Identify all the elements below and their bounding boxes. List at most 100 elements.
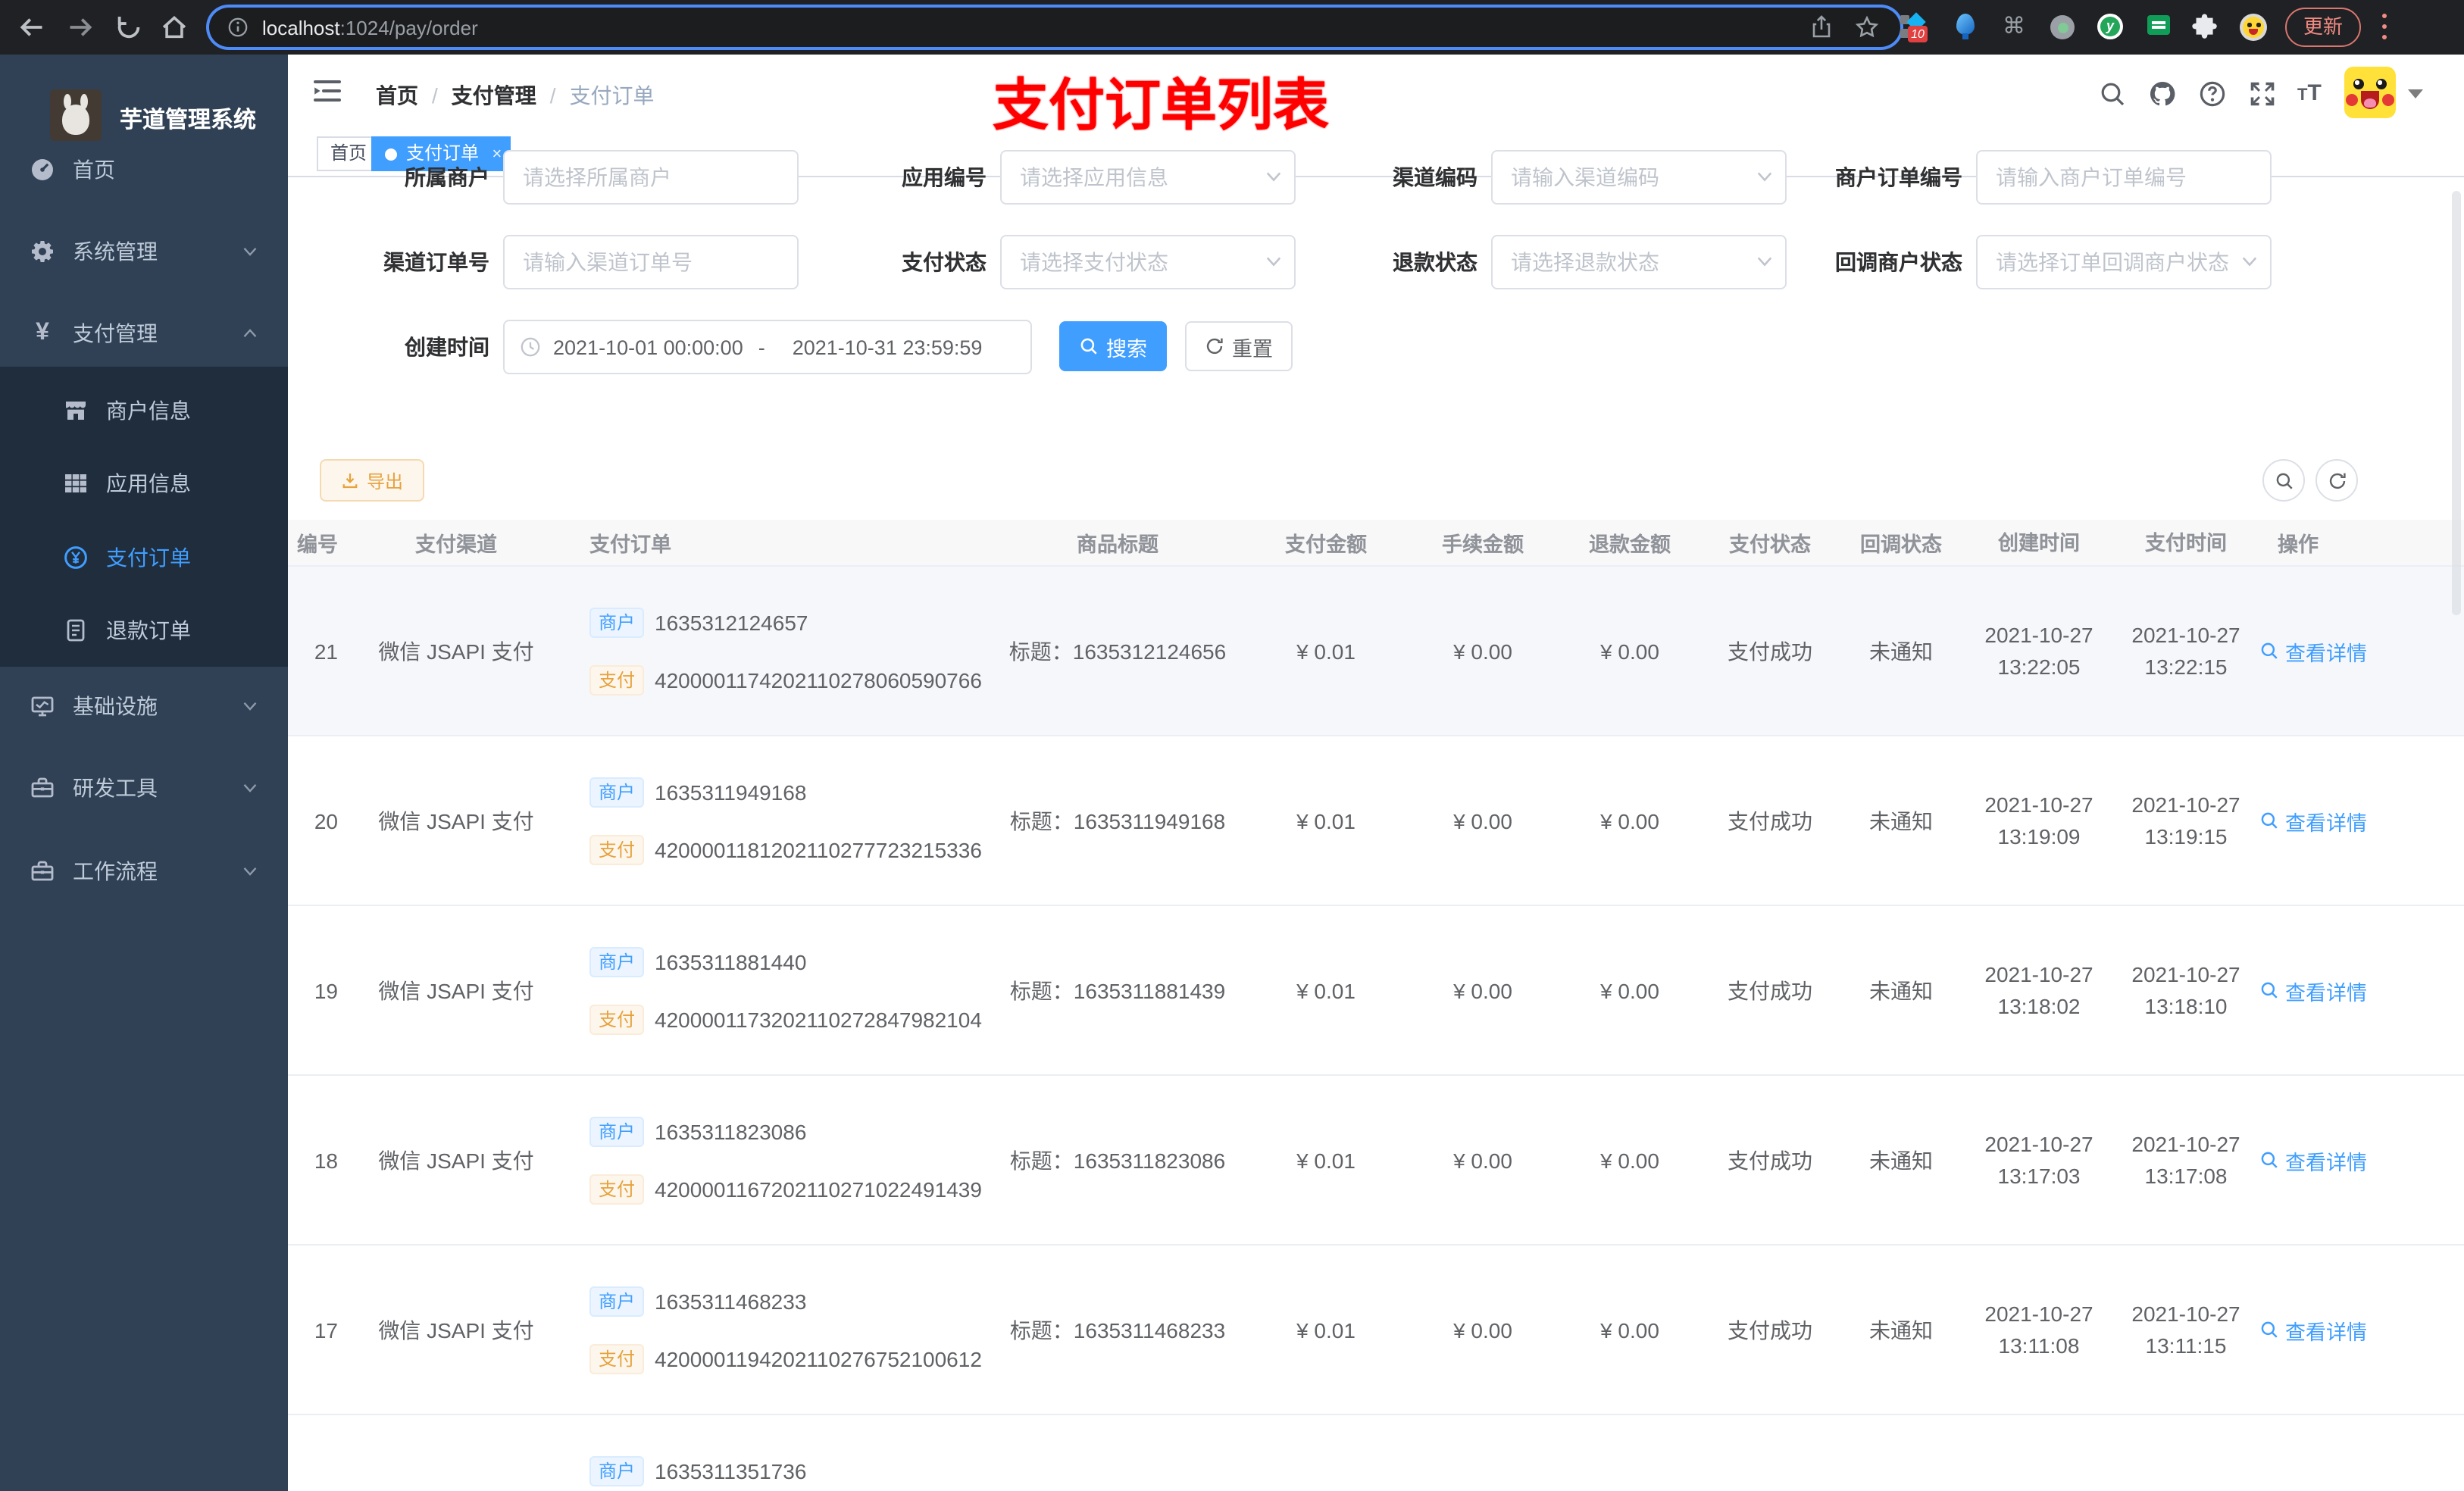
bookmark-star-icon[interactable] xyxy=(1855,15,1879,39)
merchant-order-line: 商户 1635311468233 xyxy=(589,1285,806,1317)
merchant-order-no: 1635311881440 xyxy=(655,949,807,974)
browser-update-button[interactable]: 更新 xyxy=(2285,8,2362,47)
merchant-order-no: 1635311468233 xyxy=(655,1289,807,1313)
gear-icon xyxy=(30,239,55,264)
extension-chat-icon[interactable] xyxy=(2146,14,2173,41)
top-navbar: 首页 / 支付管理 / 支付订单 TT xyxy=(288,55,2464,130)
sidebar-item-9[interactable]: 研发工具 xyxy=(0,755,288,821)
sidebar-item-4[interactable]: 商户信息 xyxy=(0,377,288,444)
sidebar-toggle-icon[interactable] xyxy=(314,79,341,103)
extensions-puzzle-icon[interactable] xyxy=(2191,14,2219,41)
notify-status: 未通知 xyxy=(1869,1148,1933,1172)
url-text[interactable]: localhost:1024/pay/order xyxy=(262,16,1809,39)
notify-status: 未通知 xyxy=(1869,639,1933,663)
create-date: 2021-10-27 xyxy=(1984,622,2093,646)
pay-status: 支付成功 xyxy=(1728,639,1812,663)
reset-button[interactable]: 重置 xyxy=(1185,321,1293,371)
sidebar-item-10[interactable]: 工作流程 xyxy=(0,838,288,905)
fullscreen-icon[interactable] xyxy=(2249,80,2276,108)
filter-select[interactable] xyxy=(1000,235,1296,289)
breadcrumb-separator: / xyxy=(432,83,438,108)
column-header-1: 编号 xyxy=(297,533,338,556)
merchant-tag: 商户 xyxy=(589,946,645,977)
extension-diamond-icon[interactable]: 10 xyxy=(1900,12,1928,42)
address-bar[interactable]: localhost:1024/pay/order xyxy=(209,8,1900,47)
sidebar-item-label: 应用信息 xyxy=(106,471,191,495)
dashboard-icon xyxy=(30,158,55,182)
browser-forward-icon[interactable] xyxy=(67,14,94,41)
export-button[interactable]: 导出 xyxy=(320,459,424,502)
sidebar: 芋道管理系统 首页系统管理 ¥ 支付管理商户信息应用信息支付订单退款订单基础设施研发… xyxy=(0,55,288,1491)
filter-input[interactable] xyxy=(1976,150,2272,205)
browser-home-icon[interactable] xyxy=(161,14,188,41)
refund-amount: ¥ 0.00 xyxy=(1600,808,1659,833)
extension-command-icon[interactable]: ⌘ xyxy=(2000,14,2028,41)
filter-select[interactable] xyxy=(1491,235,1787,289)
fee-amount: ¥ 0.00 xyxy=(1453,808,1512,833)
app-title: 芋道管理系统 xyxy=(120,108,257,133)
sidebar-item-3[interactable]: ¥ 支付管理 xyxy=(0,300,288,367)
font-size-icon[interactable]: TT xyxy=(2297,80,2334,108)
browser-profile-avatar[interactable] xyxy=(2240,14,2267,41)
sidebar-item-6[interactable]: 支付订单 xyxy=(0,524,288,591)
pay-amount: ¥ 0.01 xyxy=(1296,1318,1356,1342)
filter-label: 商户订单编号 xyxy=(1835,165,1962,189)
refund-amount: ¥ 0.00 xyxy=(1600,1318,1659,1342)
date-range-input[interactable]: 2021-10-01 00:00:00 - 2021-10-31 23:59:5… xyxy=(503,320,1032,374)
channel-pay-no: 4200001194202110276752100612 xyxy=(655,1346,982,1371)
sidebar-item-label: 退款订单 xyxy=(106,618,191,642)
sidebar-item-8[interactable]: 基础设施 xyxy=(0,673,288,739)
view-detail-link[interactable]: 查看详情 xyxy=(2259,636,2367,666)
date-end-value[interactable]: 2021-10-31 23:59:59 xyxy=(793,336,983,358)
goods-title: 标题：1635311468233 xyxy=(1009,1318,1226,1342)
extension-recorder-icon[interactable] xyxy=(2049,14,2076,41)
filter-select[interactable] xyxy=(1000,150,1296,205)
filter-select[interactable] xyxy=(1491,150,1787,205)
refresh-table-button[interactable] xyxy=(2315,459,2358,502)
pay-date: 2021-10-27 xyxy=(2131,622,2240,646)
search-button[interactable]: 搜索 xyxy=(1059,321,1167,371)
browser-reload-icon[interactable] xyxy=(115,14,142,41)
column-header-4: 商品标题 xyxy=(1077,533,1159,556)
refund-amount: ¥ 0.00 xyxy=(1600,1148,1659,1172)
screen: localhost:1024/pay/order 10 ⌘ y 更新 芋道管理系… xyxy=(0,0,2464,1491)
sidebar-item-5[interactable]: 应用信息 xyxy=(0,450,288,517)
pay-time: 13:19:15 xyxy=(2144,824,2228,848)
filter-input[interactable] xyxy=(503,150,799,205)
filter-field-2: 应用编号 xyxy=(788,150,1296,205)
header-search-icon[interactable] xyxy=(2099,80,2126,108)
filter-select[interactable] xyxy=(1976,235,2272,289)
view-detail-link[interactable]: 查看详情 xyxy=(2259,1314,2367,1345)
vertical-scrollbar[interactable] xyxy=(2452,191,2461,615)
sidebar-item-2[interactable]: 系统管理 xyxy=(0,218,288,285)
github-icon[interactable] xyxy=(2149,80,2176,108)
refund-amount: ¥ 0.00 xyxy=(1600,639,1659,663)
filter-field-6: 支付状态 xyxy=(788,235,1296,289)
sidebar-item-7[interactable]: 退款订单 xyxy=(0,597,288,664)
share-icon[interactable] xyxy=(1809,15,1834,39)
filter-input[interactable] xyxy=(503,235,799,289)
help-icon[interactable] xyxy=(2199,80,2226,108)
annotation-text: 支付订单列表 xyxy=(993,74,1329,136)
sidebar-item-label: 商户信息 xyxy=(106,399,191,423)
extension-y-icon[interactable]: y xyxy=(2097,14,2125,41)
shop-icon xyxy=(64,399,88,423)
breadcrumb-item[interactable]: 首页 xyxy=(376,83,418,108)
date-start-value[interactable]: 2021-10-01 00:00:00 xyxy=(553,336,743,358)
user-menu-caret-icon[interactable] xyxy=(2408,89,2423,98)
filter-field-5: 渠道订单号 xyxy=(291,235,799,289)
extension-balloon-icon[interactable] xyxy=(1952,14,1979,41)
sidebar-item-label: 系统管理 xyxy=(73,239,158,264)
breadcrumb-item[interactable]: 支付管理 xyxy=(452,83,536,108)
site-info-icon[interactable] xyxy=(227,17,249,38)
view-detail-link[interactable]: 查看详情 xyxy=(2259,975,2367,1005)
user-avatar[interactable] xyxy=(2344,67,2396,118)
sidebar-item-1[interactable]: 首页 xyxy=(0,136,288,203)
view-detail-link[interactable]: 查看详情 xyxy=(2259,805,2367,836)
view-detail-link[interactable]: 查看详情 xyxy=(2259,1145,2367,1175)
browser-back-icon[interactable] xyxy=(18,14,45,41)
fee-amount: ¥ 0.00 xyxy=(1453,978,1512,1002)
app-logo-avatar xyxy=(50,89,102,141)
toggle-search-button[interactable] xyxy=(2262,459,2305,502)
browser-menu-icon[interactable] xyxy=(2382,14,2388,41)
